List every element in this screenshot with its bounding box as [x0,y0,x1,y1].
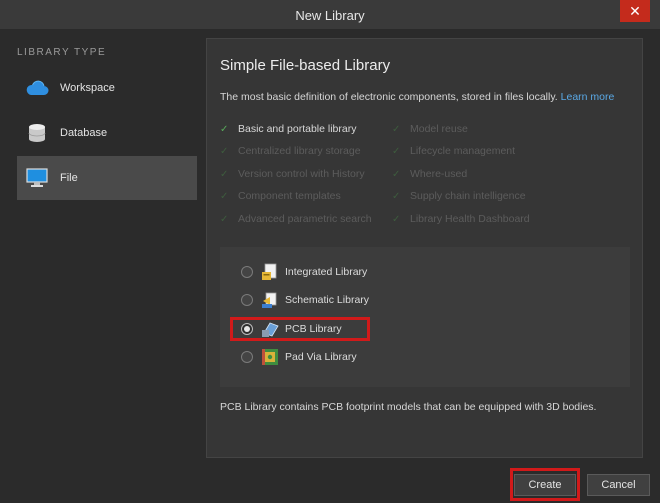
schematic-library-icon [261,291,279,309]
window-title: New Library [295,8,365,23]
option-integrated-library[interactable]: Integrated Library [241,261,367,283]
sidebar-item-label: File [60,172,78,184]
close-icon: ✕ [629,2,641,19]
feature-item: ✓ Where-used [392,168,468,180]
check-icon: ✓ [220,169,229,180]
option-schematic-library[interactable]: Schematic Library [241,289,369,311]
radio-button[interactable] [241,266,253,278]
check-icon: ✓ [392,169,401,180]
feature-list: ✓ Basic and portable library ✓ Centralized… [220,123,630,233]
feature-item: ✓ Version control with History [220,168,365,180]
check-icon: ✓ [220,191,229,202]
cancel-button[interactable]: Cancel [587,474,650,496]
feature-item: ✓ Supply chain intelligence [392,190,526,202]
library-type-sidebar: LIBRARY TYPE Workspace Database File [12,38,206,458]
sidebar-item-file[interactable]: File [17,156,197,200]
sidebar-item-workspace[interactable]: Workspace [17,66,197,110]
check-icon: ✓ [392,124,401,135]
integrated-library-icon [261,263,279,281]
radio-button[interactable] [241,294,253,306]
sidebar-item-label: Database [60,127,108,139]
sidebar-item-database[interactable]: Database [17,111,197,155]
create-button-highlight [510,468,580,501]
description-text: The most basic definition of electronic … [220,91,558,103]
sidebar-item-label: Workspace [60,82,115,94]
library-type-note: PCB Library contains PCB footprint model… [220,401,597,413]
library-type-options: Integrated Library Schematic Library PCB… [220,247,630,387]
check-icon: ✓ [220,214,229,225]
feature-item: ✓ Model reuse [392,123,468,135]
pcb-library-highlight [230,317,370,341]
cloud-icon [25,78,49,98]
feature-item: ✓ Centralized library storage [220,145,361,157]
monitor-icon [25,168,49,188]
check-icon: ✓ [220,124,229,135]
feature-item: ✓ Lifecycle management [392,145,516,157]
option-label: Integrated Library [285,266,368,278]
database-icon [25,123,49,143]
check-icon: ✓ [392,146,401,157]
pad-via-library-icon [261,348,279,366]
feature-item: ✓ Basic and portable library [220,123,357,135]
title-bar: New Library ✕ [0,0,660,30]
learn-more-link[interactable]: Learn more [561,91,615,103]
feature-item: ✓ Advanced parametric search [220,213,372,225]
option-label: Schematic Library [285,294,370,306]
option-label: Pad Via Library [285,351,357,363]
check-icon: ✓ [392,191,401,202]
sidebar-heading: LIBRARY TYPE [17,47,107,58]
option-pad-via-library[interactable]: Pad Via Library [241,346,357,368]
library-details-panel: Simple File-based Library The most basic… [206,38,643,458]
radio-button[interactable] [241,351,253,363]
check-icon: ✓ [392,214,401,225]
feature-item: ✓ Component templates [220,190,341,202]
feature-item: ✓ Library Health Dashboard [392,213,530,225]
panel-description: The most basic definition of electronic … [220,91,614,103]
close-button[interactable]: ✕ [620,0,650,22]
panel-heading: Simple File-based Library [220,57,391,74]
check-icon: ✓ [220,146,229,157]
